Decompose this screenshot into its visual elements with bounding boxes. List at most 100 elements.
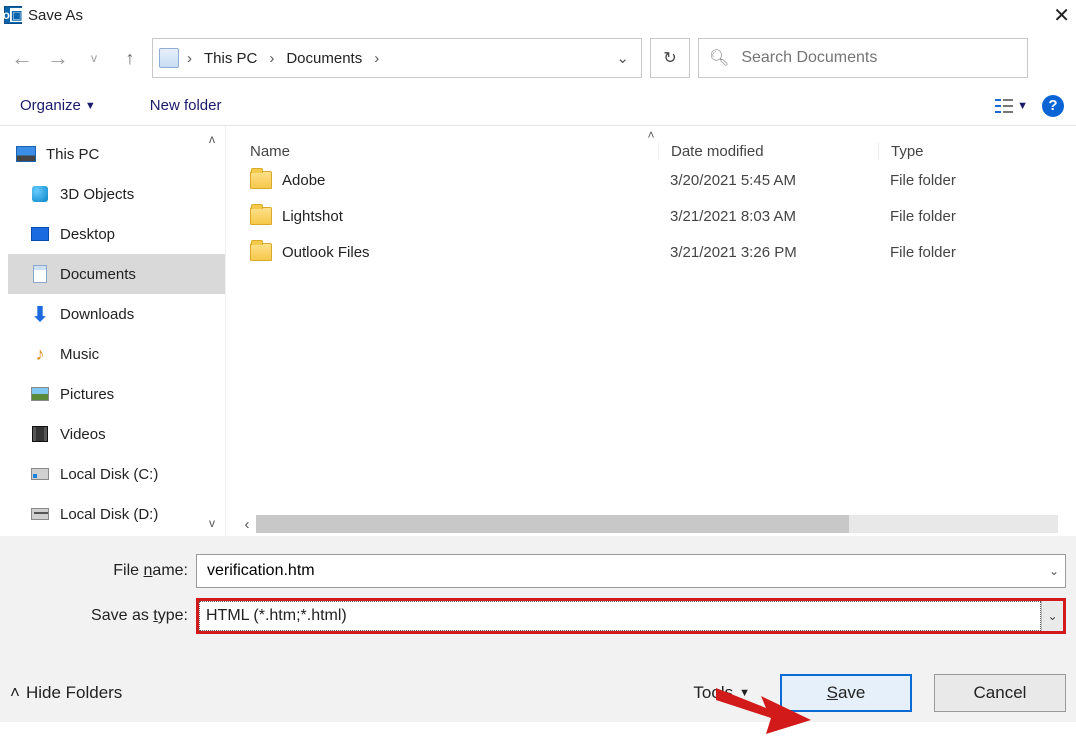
titlebar: o▣ Save As ✕ — [0, 0, 1076, 30]
scroll-down-icon[interactable]: v — [203, 516, 221, 530]
column-name[interactable]: Name — [238, 143, 658, 160]
file-row[interactable]: Lightshot 3/21/2021 8:03 AM File folder — [238, 198, 1076, 234]
tree-label: Music — [60, 346, 99, 363]
hide-folders-button[interactable]: ˄ Hide Folders — [10, 683, 122, 703]
organize-label: Organize — [20, 97, 81, 114]
help-icon[interactable]: ? — [1042, 95, 1064, 117]
column-type[interactable]: Type — [878, 143, 1076, 160]
breadcrumb-seg-thispc[interactable]: This PC — [200, 48, 261, 69]
file-row[interactable]: Outlook Files 3/21/2021 3:26 PM File fol… — [238, 234, 1076, 270]
scroll-left-icon[interactable]: ‹ — [238, 516, 256, 533]
search-input[interactable] — [739, 48, 1017, 68]
tree-label: Downloads — [60, 306, 134, 323]
tree-label: Pictures — [60, 386, 114, 403]
tree-item-3dobjects[interactable]: 3D Objects — [8, 174, 225, 214]
breadcrumb-seg-documents[interactable]: Documents — [282, 48, 366, 69]
tree-item-music[interactable]: ♪ Music — [8, 334, 225, 374]
main-area: ʌ This PC 3D Objects Desktop Documents ⬇… — [0, 126, 1076, 536]
nav-row: ← → v ↑ › This PC › Documents › ⌄ ↻ 🔍︎ — [0, 30, 1076, 86]
hide-folders-label: Hide Folders — [26, 683, 122, 703]
tree-label: 3D Objects — [60, 186, 134, 203]
tools-label: Tools — [693, 683, 733, 703]
tree-item-desktop[interactable]: Desktop — [8, 214, 225, 254]
filetype-highlight: HTML (*.htm;*.html) ⌄ — [196, 598, 1066, 634]
save-button[interactable]: Save — [780, 674, 912, 712]
scroll-track[interactable] — [256, 515, 1058, 533]
back-icon[interactable]: ← — [8, 45, 36, 71]
chevron-right-icon[interactable]: › — [183, 50, 196, 67]
filename-input-wrap[interactable]: ⌄ — [196, 554, 1066, 588]
tree-item-pictures[interactable]: Pictures — [8, 374, 225, 414]
tree-item-documents[interactable]: Documents — [8, 254, 225, 294]
file-type: File folder — [878, 172, 1076, 189]
nav-tree: ʌ This PC 3D Objects Desktop Documents ⬇… — [0, 126, 225, 536]
horizontal-scrollbar[interactable]: ‹ › — [238, 514, 1076, 534]
file-name: Lightshot — [282, 208, 343, 225]
up-icon[interactable]: ↑ — [116, 48, 144, 69]
chevron-down-icon[interactable]: ⌄ — [1041, 601, 1063, 631]
chevron-down-icon: ▼ — [739, 687, 750, 699]
new-folder-button[interactable]: New folder — [150, 97, 222, 114]
column-date[interactable]: Date modified — [658, 143, 878, 160]
tree-item-downloads[interactable]: ⬇ Downloads — [8, 294, 225, 334]
search-box[interactable]: 🔍︎ — [698, 38, 1028, 78]
refresh-icon: ↻ — [663, 48, 676, 68]
forward-icon[interactable]: → — [44, 45, 72, 71]
chevron-right-icon[interactable]: › — [370, 50, 383, 67]
chevron-down-icon: ▼ — [1017, 100, 1028, 112]
filetype-select[interactable]: HTML (*.htm;*.html) — [199, 601, 1041, 631]
view-options-button[interactable]: ▼ — [995, 99, 1028, 113]
scroll-thumb[interactable] — [256, 515, 849, 533]
tree-item-thispc[interactable]: This PC — [8, 134, 225, 174]
file-date: 3/21/2021 8:03 AM — [658, 208, 878, 225]
pictures-icon — [31, 387, 49, 401]
list-view-icon — [995, 99, 1013, 113]
tree-item-disk-c[interactable]: Local Disk (C:) — [8, 454, 225, 494]
documents-icon — [33, 265, 47, 283]
cancel-button[interactable]: Cancel — [934, 674, 1066, 712]
tree-item-disk-d[interactable]: Local Disk (D:) — [8, 494, 225, 534]
tree-label: Videos — [60, 426, 106, 443]
filename-label: File name: — [10, 562, 196, 580]
window-title: Save As — [28, 7, 83, 24]
tools-button[interactable]: Tools ▼ — [693, 683, 750, 703]
file-type: File folder — [878, 208, 1076, 225]
tree-item-videos[interactable]: Videos — [8, 414, 225, 454]
folder-icon — [250, 171, 272, 189]
recent-dropdown-icon[interactable]: v — [80, 51, 108, 65]
filetype-label: Save as type: — [10, 607, 196, 625]
sort-indicator-icon: ˄ — [647, 128, 654, 142]
filetype-field: Save as type: HTML (*.htm;*.html) ⌄ — [10, 598, 1066, 634]
organize-button[interactable]: Organize ▼ — [20, 97, 96, 114]
file-name: Outlook Files — [282, 244, 370, 261]
file-name: Adobe — [282, 172, 325, 189]
close-icon[interactable]: ✕ — [1053, 3, 1070, 28]
folder-icon — [250, 207, 272, 225]
scroll-up-icon[interactable]: ʌ — [203, 132, 221, 146]
app-icon: o▣ — [4, 6, 22, 24]
search-icon: 🔍︎ — [709, 48, 729, 68]
column-headers: Name Date modified Type — [238, 126, 1076, 162]
music-icon: ♪ — [36, 344, 45, 365]
address-dropdown-icon[interactable]: ⌄ — [610, 49, 635, 67]
file-type: File folder — [878, 244, 1076, 261]
pc-icon — [16, 146, 36, 162]
file-date: 3/21/2021 3:26 PM — [658, 244, 878, 261]
address-bar[interactable]: › This PC › Documents › ⌄ — [152, 38, 642, 78]
videos-icon — [32, 426, 48, 442]
chevron-down-icon[interactable]: ⌄ — [1049, 564, 1059, 578]
chevron-right-icon[interactable]: › — [265, 50, 278, 67]
filename-input[interactable] — [205, 555, 1037, 587]
desktop-icon — [31, 227, 49, 241]
folder-icon — [250, 243, 272, 261]
tree-label: Documents — [60, 266, 136, 283]
disk-icon — [31, 508, 49, 520]
save-panel: File name: ⌄ Save as type: HTML (*.htm;*… — [0, 536, 1076, 722]
file-row[interactable]: Adobe 3/20/2021 5:45 AM File folder — [238, 162, 1076, 198]
file-list: ˄ Name Date modified Type Adobe 3/20/202… — [225, 126, 1076, 536]
tree-label: Local Disk (D:) — [60, 506, 158, 523]
tree-label: This PC — [46, 146, 99, 163]
refresh-button[interactable]: ↻ — [650, 38, 690, 78]
file-date: 3/20/2021 5:45 AM — [658, 172, 878, 189]
footer: ˄ Hide Folders Tools ▼ Save Cancel — [10, 674, 1066, 712]
